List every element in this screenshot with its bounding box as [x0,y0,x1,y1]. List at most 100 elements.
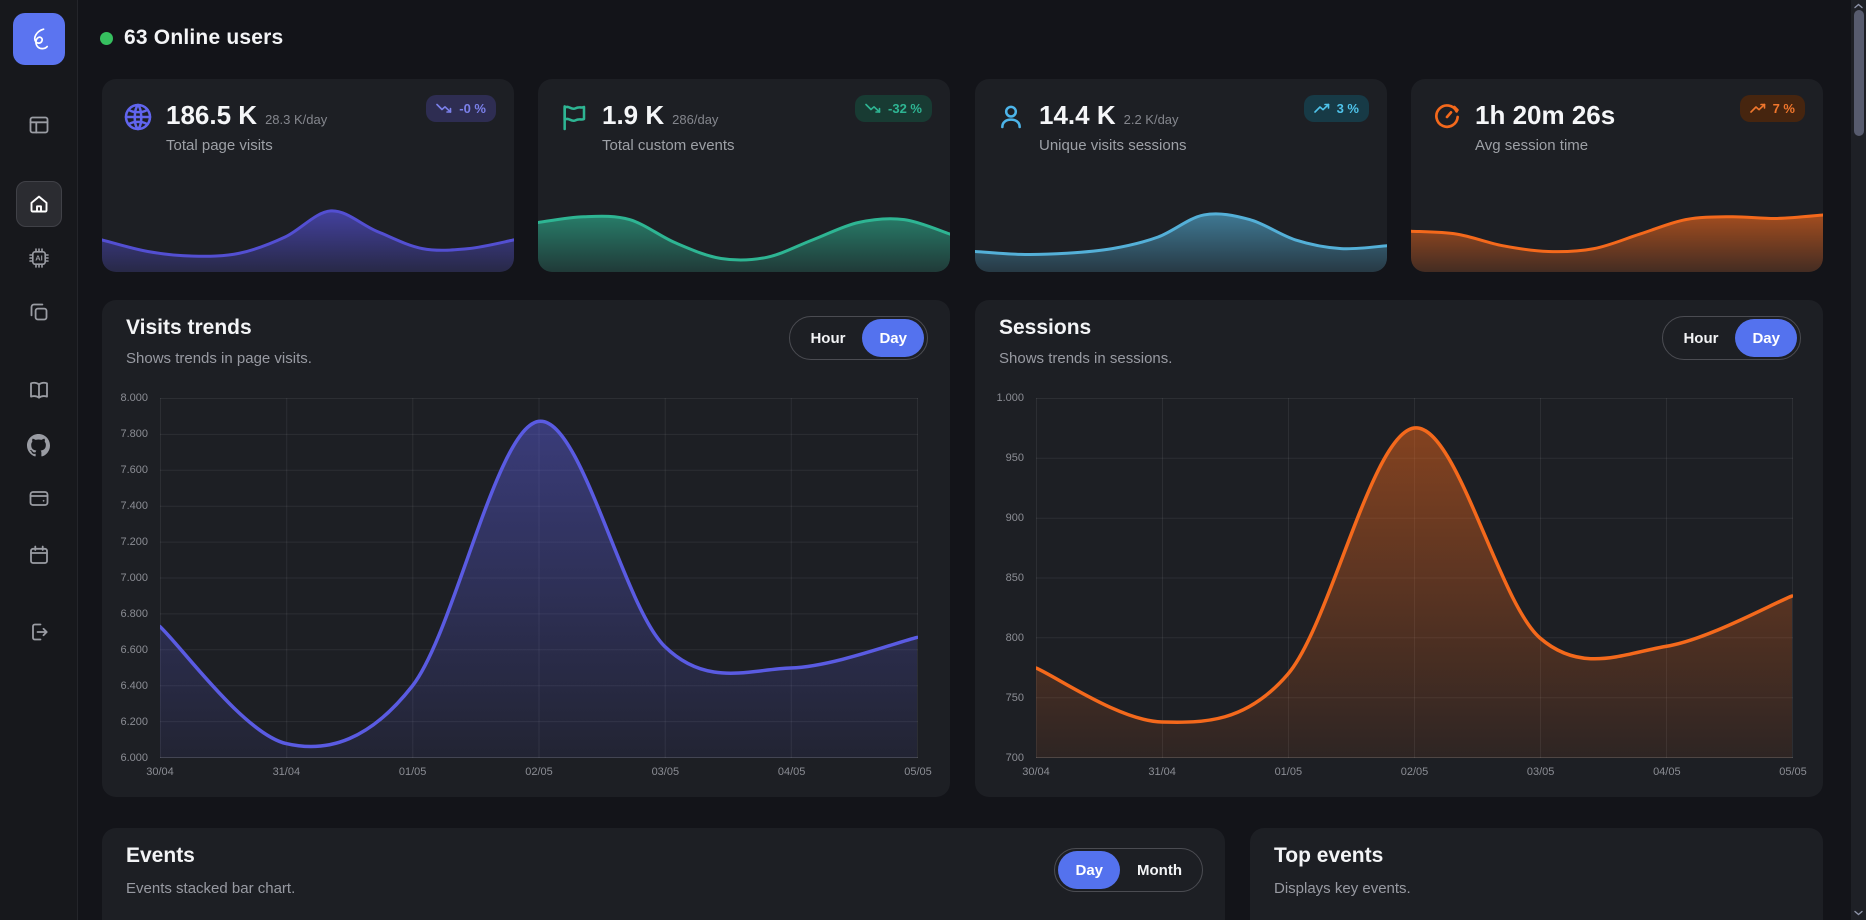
x-tick-label: 03/05 [1527,766,1555,778]
stat-value: 1h 20m 26s [1475,100,1615,131]
top-events-card: Top events Displays key events. [1250,828,1823,920]
session-time-sparkline [1411,202,1823,272]
y-tick-label: 7.400 [120,500,148,512]
y-axis-labels: 1.000950900850800750700 [975,398,1030,758]
copy-pages-icon [27,300,51,324]
stat-card-custom-events: 1.9 K286/day Total custom events -32 % [538,79,950,272]
sidebar-item-home[interactable] [16,181,62,227]
sidebar-item-billing[interactable] [16,475,62,521]
x-tick-label: 02/05 [1401,766,1429,778]
y-tick-label: 7.800 [120,428,148,440]
y-tick-label: 6.800 [120,608,148,620]
trend-badge: 3 % [1304,95,1369,122]
stat-value: 186.5 K [166,100,257,131]
y-tick-label: 800 [1006,632,1024,644]
stopwatch-icon [1431,101,1463,133]
sidebar-item-ai[interactable]: AI [16,235,62,281]
person-icon [995,101,1027,133]
unique-sessions-sparkline [975,202,1387,272]
hour-day-toggle: Hour Day [1662,316,1801,360]
toggle-option-month[interactable]: Month [1120,851,1199,889]
chart-subtitle: Shows trends in page visits. [126,350,312,367]
open-book-icon [27,378,51,402]
y-tick-label: 1.000 [996,392,1024,404]
sidebar: AI [0,0,78,920]
sidebar-item-logout[interactable] [16,609,62,655]
stat-label: Avg session time [1475,137,1588,154]
x-tick-label: 05/05 [1779,766,1807,778]
toggle-option-hour[interactable]: Hour [1666,319,1735,357]
toggle-option-day[interactable]: Day [1735,319,1797,357]
x-tick-label: 05/05 [904,766,932,778]
toggle-option-day[interactable]: Day [862,319,924,357]
sessions-card: Sessions Shows trends in sessions. Hour … [975,300,1823,797]
section-title: Events [126,844,195,868]
y-tick-label: 8.000 [120,392,148,404]
custom-events-sparkline [538,202,950,272]
x-axis-labels: 30/0431/0401/0502/0503/0504/0505/05 [1036,766,1793,782]
sidebar-item-github[interactable] [16,422,62,468]
y-tick-label: 7.600 [120,464,148,476]
toggle-option-day[interactable]: Day [1058,851,1120,889]
stat-card-page-visits: 186.5 K 28.3 K/day Total page visits -0 % [102,79,514,272]
y-tick-label: 750 [1006,692,1024,704]
github-icon [27,434,50,457]
scrollbar-thumb[interactable] [1854,10,1864,136]
stat-label: Total custom events [602,137,735,154]
x-tick-label: 04/05 [1653,766,1681,778]
toggle-option-hour[interactable]: Hour [793,319,862,357]
sidebar-item-pages[interactable] [16,289,62,335]
y-tick-label: 6.000 [120,752,148,764]
stat-per-day: 2.2 K/day [1124,112,1179,127]
flag-icon [558,101,590,133]
y-axis-labels: 8.0007.8007.6007.4007.2007.0006.8006.600… [102,398,154,758]
y-tick-label: 6.600 [120,644,148,656]
y-tick-label: 7.000 [120,572,148,584]
trend-up-icon [1750,103,1766,114]
stat-label: Unique visits sessions [1039,137,1187,154]
x-tick-label: 03/05 [652,766,680,778]
section-subtitle: Events stacked bar chart. [126,880,295,897]
y-tick-label: 6.400 [120,680,148,692]
sidebar-item-dashboard[interactable] [16,102,62,148]
stat-value: 1.9 K [602,100,664,131]
stat-label: Total page visits [166,137,273,154]
stat-per-day: 28.3 K/day [265,112,327,127]
stat-per-day: 286/day [672,112,718,127]
y-tick-label: 6.200 [120,716,148,728]
x-tick-label: 31/04 [273,766,301,778]
y-tick-label: 850 [1006,572,1024,584]
x-tick-label: 04/05 [778,766,806,778]
app-logo[interactable] [13,13,65,65]
page-scrollbar[interactable] [1851,0,1866,920]
stat-card-session-time: 1h 20m 26s Avg session time 7 % [1411,79,1823,272]
page-visits-sparkline [102,202,514,272]
svg-text:AI: AI [35,254,43,263]
logout-icon [27,620,51,644]
x-tick-label: 30/04 [146,766,174,778]
globe-icon [122,101,154,133]
y-tick-label: 950 [1006,452,1024,464]
section-title: Top events [1274,844,1383,868]
x-tick-label: 02/05 [525,766,553,778]
online-users-status: 63 Online users [100,26,283,50]
sidebar-item-calendar[interactable] [16,532,62,578]
ai-chip-icon: AI [27,246,51,270]
sidebar-item-docs[interactable] [16,367,62,413]
layout-panel-icon [27,113,51,137]
sessions-plot[interactable] [1036,398,1793,758]
y-tick-label: 900 [1006,512,1024,524]
events-card: Events Events stacked bar chart. Day Mon… [102,828,1225,920]
trend-badge: -0 % [426,95,496,122]
chart-title: Visits trends [126,316,252,340]
visits-trends-plot[interactable] [160,398,918,758]
calendar-icon [27,543,51,567]
swoosh-logo-icon [22,22,56,56]
scroll-down-icon[interactable] [1851,908,1866,918]
chart-subtitle: Shows trends in sessions. [999,350,1172,367]
hour-day-toggle: Hour Day [789,316,928,360]
section-subtitle: Displays key events. [1274,880,1411,897]
trend-down-icon [436,103,452,114]
trend-badge: 7 % [1740,95,1805,122]
chart-title: Sessions [999,316,1091,340]
